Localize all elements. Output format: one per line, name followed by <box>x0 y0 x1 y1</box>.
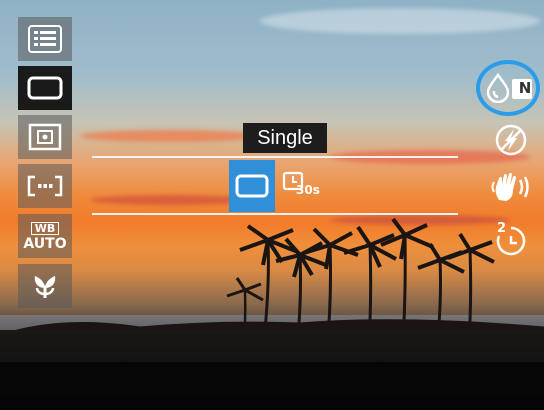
single-frame-icon <box>235 174 269 198</box>
metering-button[interactable] <box>18 115 72 159</box>
white-balance-button[interactable]: WB AUTO <box>18 214 72 258</box>
metering-icon <box>28 123 62 151</box>
camera-viewfinder: WB AUTO N 2 Single 30s <box>0 0 544 410</box>
menu-divider-bottom <box>92 213 458 215</box>
focus-area-button[interactable] <box>18 164 72 208</box>
focus-area-icon <box>27 175 63 197</box>
wb-mode-label: AUTO <box>23 235 67 252</box>
drive-option-single[interactable] <box>229 160 275 212</box>
self-timer-button[interactable]: 2 <box>485 218 537 262</box>
single-frame-icon <box>27 76 63 100</box>
drive-mode-button[interactable] <box>18 66 72 110</box>
macro-button[interactable] <box>18 264 72 308</box>
selection-ring <box>476 60 540 116</box>
menu-list-icon <box>28 25 62 53</box>
stabilizer-icon <box>491 172 529 201</box>
self-timer-value: 2 <box>497 221 507 236</box>
cloud-streak <box>80 130 260 142</box>
wb-label: WB <box>30 221 60 235</box>
menu-divider-top <box>92 156 458 158</box>
cloud-streak <box>90 195 250 205</box>
white-balance-icon: WB AUTO <box>23 221 67 252</box>
cloud-streak <box>260 8 540 34</box>
interval-value: 30s <box>296 183 320 197</box>
flash-button[interactable] <box>485 118 537 162</box>
drive-option-interval[interactable]: 30s <box>282 170 332 204</box>
selected-mode-label: Single <box>243 123 327 153</box>
flash-off-icon <box>495 124 527 156</box>
macro-flower-icon <box>34 276 56 298</box>
stabilizer-button[interactable] <box>485 165 537 209</box>
menu-button[interactable] <box>18 17 72 61</box>
bottom-bar <box>0 362 544 410</box>
